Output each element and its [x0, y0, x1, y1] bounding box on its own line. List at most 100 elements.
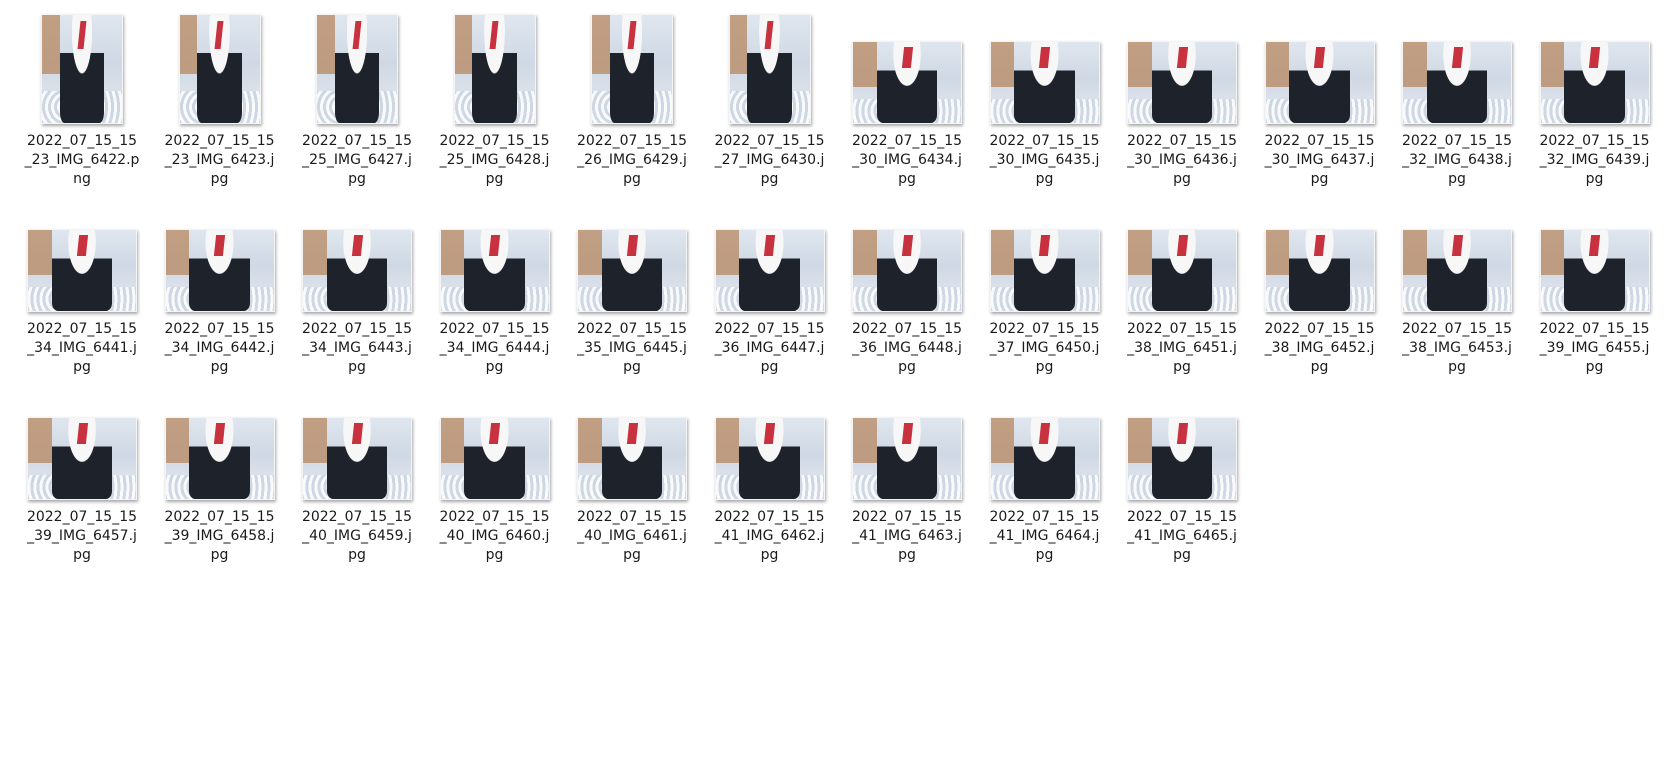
- file-name-label[interactable]: 2022_07_15_15_26_IMG_6429.jpg: [574, 132, 690, 189]
- file-name-label[interactable]: 2022_07_15_15_39_IMG_6455.jpg: [1537, 320, 1653, 377]
- file-item[interactable]: 2022_07_15_15_23_IMG_6422.png: [24, 12, 140, 200]
- file-name-label[interactable]: 2022_07_15_15_40_IMG_6459.jpg: [299, 508, 415, 565]
- file-item[interactable]: 2022_07_15_15_38_IMG_6451.jpg: [1124, 200, 1240, 388]
- file-name-label[interactable]: 2022_07_15_15_23_IMG_6423.jpg: [162, 132, 278, 189]
- file-name-label[interactable]: 2022_07_15_15_30_IMG_6436.jpg: [1124, 132, 1240, 189]
- file-name-label[interactable]: 2022_07_15_15_38_IMG_6452.jpg: [1262, 320, 1378, 377]
- file-item[interactable]: 2022_07_15_15_36_IMG_6447.jpg: [712, 200, 828, 388]
- image-thumbnail[interactable]: [164, 417, 275, 500]
- file-item[interactable]: 2022_07_15_15_30_IMG_6434.jpg: [849, 12, 965, 200]
- file-item[interactable]: 2022_07_15_15_41_IMG_6463.jpg: [849, 388, 965, 576]
- file-name-label[interactable]: 2022_07_15_15_34_IMG_6442.jpg: [162, 320, 278, 377]
- file-name-label[interactable]: 2022_07_15_15_32_IMG_6438.jpg: [1399, 132, 1515, 189]
- image-thumbnail[interactable]: [714, 229, 825, 312]
- file-item[interactable]: 2022_07_15_15_34_IMG_6443.jpg: [299, 200, 415, 388]
- file-name-label[interactable]: 2022_07_15_15_32_IMG_6439.jpg: [1537, 132, 1653, 189]
- file-name-label[interactable]: 2022_07_15_15_23_IMG_6422.png: [24, 132, 140, 189]
- file-name-label[interactable]: 2022_07_15_15_40_IMG_6461.jpg: [574, 508, 690, 565]
- file-item[interactable]: 2022_07_15_15_25_IMG_6428.jpg: [437, 12, 553, 200]
- image-thumbnail[interactable]: [728, 14, 811, 124]
- file-name-label[interactable]: 2022_07_15_15_34_IMG_6444.jpg: [437, 320, 553, 377]
- file-name-label[interactable]: 2022_07_15_15_41_IMG_6464.jpg: [987, 508, 1103, 565]
- thumbnail-frame: [24, 12, 140, 124]
- file-name-label[interactable]: 2022_07_15_15_34_IMG_6441.jpg: [24, 320, 140, 377]
- file-item[interactable]: 2022_07_15_15_35_IMG_6445.jpg: [574, 200, 690, 388]
- image-thumbnail[interactable]: [302, 417, 412, 500]
- file-name-label[interactable]: 2022_07_15_15_40_IMG_6460.jpg: [437, 508, 553, 565]
- image-thumbnail[interactable]: [316, 14, 398, 124]
- file-item[interactable]: 2022_07_15_15_34_IMG_6444.jpg: [437, 200, 553, 388]
- image-thumbnail[interactable]: [439, 229, 550, 312]
- file-name-label[interactable]: 2022_07_15_15_25_IMG_6428.jpg: [437, 132, 553, 189]
- image-thumbnail[interactable]: [178, 14, 261, 124]
- image-thumbnail[interactable]: [852, 417, 962, 500]
- image-thumbnail[interactable]: [989, 41, 1100, 124]
- image-thumbnail[interactable]: [577, 229, 687, 312]
- image-thumbnail[interactable]: [852, 229, 962, 312]
- image-thumbnail[interactable]: [1127, 41, 1237, 124]
- image-thumbnail[interactable]: [591, 14, 673, 124]
- file-item[interactable]: 2022_07_15_15_26_IMG_6429.jpg: [574, 12, 690, 200]
- file-name-label[interactable]: 2022_07_15_15_41_IMG_6463.jpg: [849, 508, 965, 565]
- file-item[interactable]: 2022_07_15_15_40_IMG_6461.jpg: [574, 388, 690, 576]
- file-item[interactable]: 2022_07_15_15_25_IMG_6427.jpg: [299, 12, 415, 200]
- image-thumbnail[interactable]: [577, 417, 687, 500]
- file-item[interactable]: 2022_07_15_15_41_IMG_6465.jpg: [1124, 388, 1240, 576]
- file-item[interactable]: 2022_07_15_15_38_IMG_6453.jpg: [1399, 200, 1515, 388]
- file-item[interactable]: 2022_07_15_15_23_IMG_6423.jpg: [162, 12, 278, 200]
- file-name-label[interactable]: 2022_07_15_15_39_IMG_6458.jpg: [162, 508, 278, 565]
- image-thumbnail[interactable]: [1264, 229, 1375, 312]
- image-thumbnail[interactable]: [1539, 229, 1650, 312]
- file-item[interactable]: 2022_07_15_15_34_IMG_6442.jpg: [162, 200, 278, 388]
- file-name-label[interactable]: 2022_07_15_15_41_IMG_6462.jpg: [712, 508, 828, 565]
- file-name-label[interactable]: 2022_07_15_15_27_IMG_6430.jpg: [712, 132, 828, 189]
- file-item[interactable]: 2022_07_15_15_41_IMG_6462.jpg: [712, 388, 828, 576]
- file-item[interactable]: 2022_07_15_15_32_IMG_6439.jpg: [1537, 12, 1653, 200]
- file-name-label[interactable]: 2022_07_15_15_36_IMG_6447.jpg: [712, 320, 828, 377]
- image-thumbnail[interactable]: [1264, 41, 1375, 124]
- file-item[interactable]: 2022_07_15_15_36_IMG_6448.jpg: [849, 200, 965, 388]
- image-thumbnail[interactable]: [41, 14, 123, 124]
- image-thumbnail[interactable]: [1127, 229, 1237, 312]
- file-name-label[interactable]: 2022_07_15_15_30_IMG_6435.jpg: [987, 132, 1103, 189]
- file-item[interactable]: 2022_07_15_15_39_IMG_6458.jpg: [162, 388, 278, 576]
- image-thumbnail[interactable]: [714, 417, 825, 500]
- file-item[interactable]: 2022_07_15_15_30_IMG_6437.jpg: [1262, 12, 1378, 200]
- file-item[interactable]: 2022_07_15_15_30_IMG_6435.jpg: [987, 12, 1103, 200]
- file-name-label[interactable]: 2022_07_15_15_25_IMG_6427.jpg: [299, 132, 415, 189]
- file-item[interactable]: 2022_07_15_15_34_IMG_6441.jpg: [24, 200, 140, 388]
- file-item[interactable]: 2022_07_15_15_39_IMG_6457.jpg: [24, 388, 140, 576]
- image-thumbnail[interactable]: [1402, 229, 1512, 312]
- file-name-label[interactable]: 2022_07_15_15_39_IMG_6457.jpg: [24, 508, 140, 565]
- file-item[interactable]: 2022_07_15_15_27_IMG_6430.jpg: [712, 12, 828, 200]
- image-thumbnail[interactable]: [27, 417, 137, 500]
- image-thumbnail[interactable]: [1402, 41, 1512, 124]
- file-name-label[interactable]: 2022_07_15_15_30_IMG_6437.jpg: [1262, 132, 1378, 189]
- file-item[interactable]: 2022_07_15_15_30_IMG_6436.jpg: [1124, 12, 1240, 200]
- image-thumbnail[interactable]: [989, 417, 1100, 500]
- file-item[interactable]: 2022_07_15_15_32_IMG_6438.jpg: [1399, 12, 1515, 200]
- image-thumbnail[interactable]: [1127, 417, 1237, 500]
- image-thumbnail[interactable]: [164, 229, 275, 312]
- image-thumbnail[interactable]: [1539, 41, 1650, 124]
- image-thumbnail[interactable]: [852, 41, 962, 124]
- file-name-label[interactable]: 2022_07_15_15_36_IMG_6448.jpg: [849, 320, 965, 377]
- file-item[interactable]: 2022_07_15_15_40_IMG_6460.jpg: [437, 388, 553, 576]
- file-item[interactable]: 2022_07_15_15_41_IMG_6464.jpg: [987, 388, 1103, 576]
- file-name-label[interactable]: 2022_07_15_15_34_IMG_6443.jpg: [299, 320, 415, 377]
- file-name-label[interactable]: 2022_07_15_15_30_IMG_6434.jpg: [849, 132, 965, 189]
- image-thumbnail[interactable]: [453, 14, 536, 124]
- file-item[interactable]: 2022_07_15_15_37_IMG_6450.jpg: [987, 200, 1103, 388]
- file-item[interactable]: 2022_07_15_15_38_IMG_6452.jpg: [1262, 200, 1378, 388]
- file-name-label[interactable]: 2022_07_15_15_37_IMG_6450.jpg: [987, 320, 1103, 377]
- file-name-label[interactable]: 2022_07_15_15_35_IMG_6445.jpg: [574, 320, 690, 377]
- image-thumbnail[interactable]: [439, 417, 550, 500]
- file-name-label[interactable]: 2022_07_15_15_41_IMG_6465.jpg: [1124, 508, 1240, 565]
- file-item[interactable]: 2022_07_15_15_39_IMG_6455.jpg: [1537, 200, 1653, 388]
- file-item[interactable]: 2022_07_15_15_40_IMG_6459.jpg: [299, 388, 415, 576]
- image-thumbnail[interactable]: [27, 229, 137, 312]
- file-name-label[interactable]: 2022_07_15_15_38_IMG_6453.jpg: [1399, 320, 1515, 377]
- file-name-label[interactable]: 2022_07_15_15_38_IMG_6451.jpg: [1124, 320, 1240, 377]
- image-thumbnail[interactable]: [989, 229, 1100, 312]
- image-thumbnail[interactable]: [302, 229, 412, 312]
